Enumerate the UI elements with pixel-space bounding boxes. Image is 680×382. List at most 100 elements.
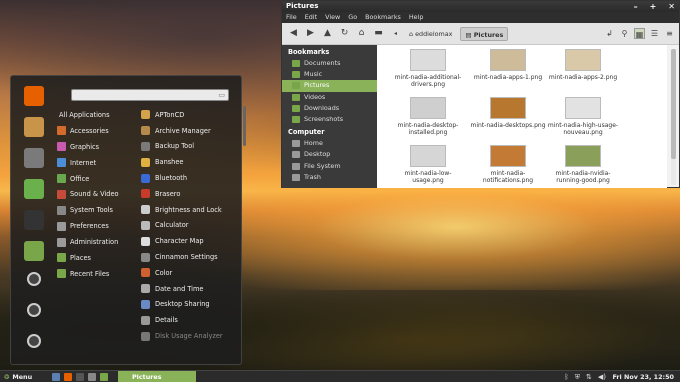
icon-view-icon[interactable]: ▦ — [634, 28, 645, 39]
window-titlebar[interactable]: Pictures – + ✕ — [282, 1, 679, 12]
sidebar-item[interactable]: Videos — [282, 92, 377, 103]
sidebar-item[interactable]: Screenshots — [282, 114, 377, 125]
firefox-icon[interactable] — [24, 86, 44, 106]
terminal-icon[interactable] — [76, 373, 84, 381]
network-icon[interactable]: ⇅ — [586, 371, 592, 382]
category-item[interactable]: System Tools — [57, 202, 129, 218]
app-label: Color — [155, 268, 173, 277]
menubar-item[interactable]: Go — [348, 12, 357, 23]
menubar-item[interactable]: File — [286, 12, 297, 23]
app-item[interactable]: Backup Tool — [141, 139, 241, 155]
menubar-item[interactable]: Help — [409, 12, 424, 23]
app-item[interactable]: Desktop Sharing — [141, 297, 241, 313]
app-item[interactable]: Archive Manager — [141, 123, 241, 139]
file-item[interactable]: mint-nadia-nvidia-running-good.png — [545, 145, 621, 184]
file-item[interactable]: mint-nadia-apps-1.png — [470, 49, 546, 81]
category-item[interactable]: Internet — [57, 155, 129, 171]
list-view-icon[interactable]: ☰ — [649, 28, 660, 39]
maximize-icon[interactable]: + — [650, 1, 657, 12]
show-desktop-icon[interactable] — [52, 373, 60, 381]
category-item[interactable]: Accessories — [57, 123, 129, 139]
sidebar-item[interactable]: Pictures — [282, 80, 377, 92]
sidebar-item[interactable]: Documents — [282, 58, 377, 69]
file-item[interactable]: mint-nadia-low-usage.png — [390, 145, 466, 184]
app-item[interactable]: Brightness and Lock — [141, 202, 241, 218]
bluetooth-icon[interactable]: ᛒ — [565, 371, 569, 382]
file-item[interactable]: mint-nadia-notifications.png — [470, 145, 546, 184]
category-item[interactable]: Graphics — [57, 139, 129, 155]
file-item[interactable]: mint-nadia-desktops.png — [470, 97, 546, 129]
app-label: Date and Time — [155, 284, 204, 293]
category-item[interactable]: Office — [57, 171, 129, 187]
breadcrumb-pictures[interactable]: ▤ Pictures — [460, 26, 509, 41]
file-item[interactable]: mint-nadia-high-usage-nouveau.png — [545, 97, 621, 136]
app-item[interactable]: Banshee — [141, 154, 241, 170]
close-icon[interactable]: ✕ — [668, 1, 675, 12]
sidebar-item[interactable]: File System — [282, 161, 377, 172]
sidebar-item[interactable]: Desktop — [282, 149, 377, 160]
home-icon[interactable]: ⌂ — [356, 28, 367, 39]
search-input[interactable]: ▭ — [71, 89, 229, 101]
file-item[interactable]: mint-nadia-additional-drivers.png — [390, 49, 466, 88]
files-icon[interactable] — [100, 373, 108, 381]
clock[interactable]: Fri Nov 23, 12:50 — [612, 371, 674, 382]
system-settings-icon[interactable] — [24, 148, 44, 168]
app-item[interactable]: Details — [141, 312, 241, 328]
software-manager-icon[interactable] — [24, 117, 44, 137]
compact-view-icon[interactable]: ≡ — [664, 28, 675, 39]
logout-icon[interactable] — [27, 303, 41, 317]
app-item[interactable]: Date and Time — [141, 281, 241, 297]
category-item[interactable]: Sound & Video — [57, 186, 129, 202]
app-item[interactable]: APTonCD — [141, 107, 241, 123]
app-item[interactable]: Brasero — [141, 186, 241, 202]
files-icon[interactable] — [24, 241, 44, 261]
minimize-icon[interactable]: – — [634, 1, 638, 12]
computer-icon[interactable]: ▬ — [373, 28, 384, 39]
category-label: Sound & Video — [70, 190, 119, 199]
menubar-item[interactable]: Edit — [305, 12, 317, 23]
category-icon — [57, 158, 66, 168]
app-item[interactable]: Bluetooth — [141, 170, 241, 186]
forward-icon[interactable]: ▶ — [305, 28, 316, 39]
category-item[interactable]: Administration — [57, 234, 129, 250]
category-item[interactable]: Places — [57, 250, 129, 266]
file-item[interactable]: mint-nadia-desktop-installed.png — [390, 97, 466, 136]
taskbar-window-pictures[interactable]: Pictures — [118, 371, 196, 382]
app-item[interactable]: Character Map — [141, 233, 241, 249]
clear-search-icon[interactable]: ▭ — [218, 90, 225, 100]
menubar-item[interactable]: Bookmarks — [365, 12, 401, 23]
category-item[interactable]: All Applications — [57, 107, 129, 123]
path-left-icon[interactable]: ◂ — [390, 28, 401, 39]
category-item[interactable]: Preferences — [57, 218, 129, 234]
app-item[interactable]: Color — [141, 265, 241, 281]
power-icon[interactable] — [27, 334, 41, 348]
sidebar-item[interactable]: Home — [282, 138, 377, 149]
terminal-green-icon[interactable] — [24, 179, 44, 199]
sidebar-item[interactable]: Downloads — [282, 103, 377, 114]
lock-screen-icon[interactable] — [27, 272, 41, 286]
back-icon[interactable]: ◀ — [288, 28, 299, 39]
file-grid-scrollbar[interactable] — [671, 49, 676, 185]
app-item[interactable]: Calculator — [141, 218, 241, 234]
menu-scrollbar[interactable] — [243, 106, 246, 146]
menubar-item[interactable]: View — [325, 12, 340, 23]
breadcrumb-home[interactable]: ⌂ eddielomax — [405, 27, 456, 41]
app-item[interactable]: Disk Usage Analyzer — [141, 328, 241, 344]
terminal-icon[interactable] — [24, 210, 44, 230]
scrollbar-knob[interactable] — [671, 49, 676, 159]
file-item[interactable]: mint-nadia-apps-2.png — [545, 49, 621, 81]
up-icon[interactable]: ▲ — [322, 28, 333, 39]
settings-icon[interactable] — [88, 373, 96, 381]
volume-icon[interactable]: ◀) — [598, 371, 606, 382]
category-item[interactable]: Recent Files — [57, 266, 129, 282]
sidebar-item[interactable]: Trash — [282, 172, 377, 183]
file-thumbnail — [565, 97, 601, 119]
toggle-location-icon[interactable]: ↲ — [604, 28, 615, 39]
firefox-icon[interactable] — [64, 373, 72, 381]
menu-button[interactable]: ❂ Menu — [4, 371, 32, 382]
search-icon[interactable]: ⚲ — [619, 28, 630, 39]
update-icon[interactable]: ⛨ — [575, 371, 580, 382]
app-item[interactable]: Cinnamon Settings — [141, 249, 241, 265]
sidebar-item[interactable]: Music — [282, 69, 377, 80]
reload-icon[interactable]: ↻ — [339, 28, 350, 39]
